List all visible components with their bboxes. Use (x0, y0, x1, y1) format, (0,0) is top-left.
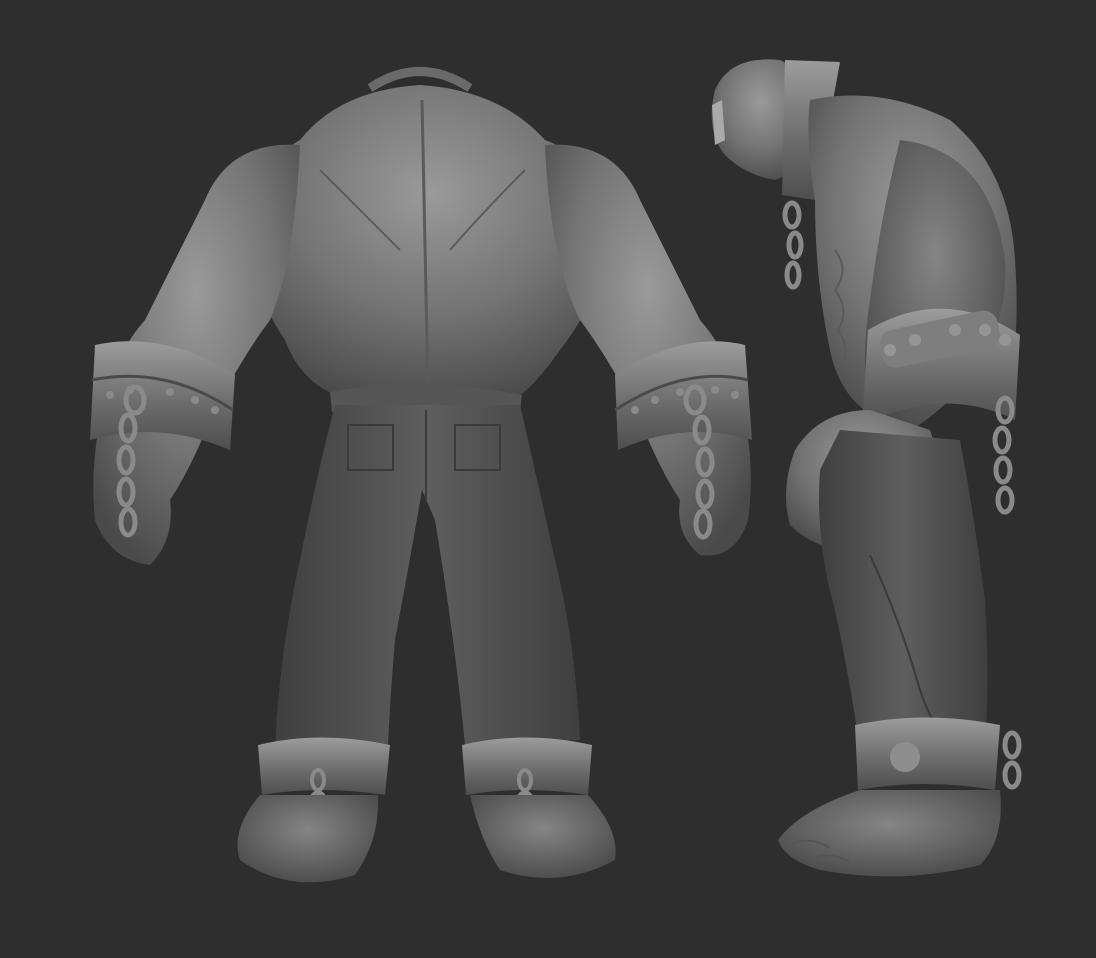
back-pants (275, 405, 580, 745)
back-left-foot (237, 795, 379, 883)
side-wrist-chain (992, 395, 1015, 515)
sculpt-viewport (0, 0, 1096, 958)
side-view-figure (711, 59, 1022, 877)
side-neck-chain (782, 200, 804, 290)
sculpt-render (90, 59, 1022, 883)
back-right-foot (470, 795, 616, 878)
side-ankle-cuff (855, 717, 1022, 790)
back-view-figure (90, 67, 752, 883)
side-foot (778, 790, 1001, 877)
side-pants (819, 430, 988, 750)
